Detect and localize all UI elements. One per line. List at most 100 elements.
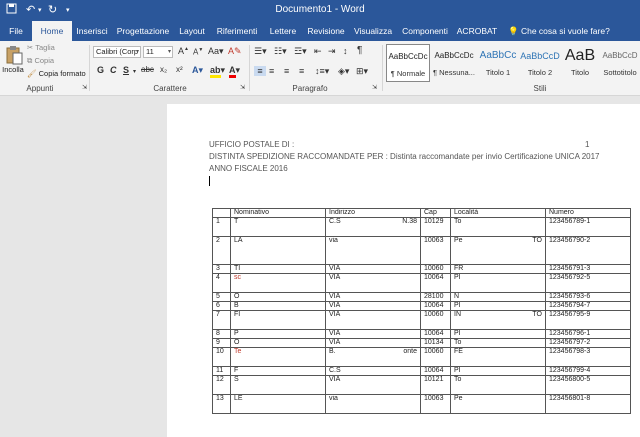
cap-cell[interactable]: 10064 xyxy=(420,366,451,376)
tab-progettazione[interactable]: Progettazione xyxy=(114,21,172,41)
copy-button[interactable]: ⧉ Copia xyxy=(27,56,54,66)
indirizzo-cell[interactable]: C.S xyxy=(325,366,421,376)
nominativo-cell[interactable]: B xyxy=(230,301,326,311)
subscript-button[interactable]: x₂ xyxy=(160,65,167,74)
numbering-icon[interactable]: ☷▾ xyxy=(274,46,287,57)
numero-cell[interactable]: 123456800-5 xyxy=(545,375,631,395)
font-launcher-icon[interactable]: ⇲ xyxy=(240,84,245,91)
row-number-cell[interactable]: 8 xyxy=(212,329,231,339)
cap-cell[interactable]: 10129 xyxy=(420,217,451,237)
cap-cell[interactable]: 10064 xyxy=(420,301,451,311)
localita-cell[interactable]: N xyxy=(450,292,546,302)
indirizzo-cell[interactable]: via xyxy=(325,236,421,265)
font-color-icon[interactable]: A▾ xyxy=(229,65,240,78)
row-number-cell[interactable]: 3 xyxy=(212,264,231,274)
multilevel-list-icon[interactable]: ☲▾ xyxy=(294,46,307,57)
strikethrough-button[interactable]: abc xyxy=(141,65,154,74)
localita-cell[interactable]: PI xyxy=(450,301,546,311)
decrease-indent-icon[interactable]: ⇤ xyxy=(314,46,322,57)
nominativo-cell[interactable]: P xyxy=(230,329,326,339)
indirizzo-cell[interactable]: VIA xyxy=(325,375,421,395)
nominativo-cell[interactable]: FI xyxy=(230,310,326,330)
clipboard-launcher-icon[interactable]: ⇲ xyxy=(82,84,87,91)
localita-cell[interactable]: To xyxy=(450,375,546,395)
style-normale[interactable]: AaBbCcDc ¶ Normale xyxy=(386,44,430,82)
nominativo-cell[interactable]: sc xyxy=(230,273,326,293)
tab-inserisci[interactable]: Inserisci xyxy=(76,21,108,41)
localita-cell[interactable]: FE xyxy=(450,347,546,367)
tab-file[interactable]: File xyxy=(4,21,28,41)
numero-cell[interactable]: 123456797-2 xyxy=(545,338,631,348)
document-page[interactable]: UFFICIO POSTALE DI : 1 DISTINTA SPEDIZIO… xyxy=(167,104,640,437)
cap-cell[interactable]: 10063 xyxy=(420,236,451,265)
tab-acrobat[interactable]: ACROBAT xyxy=(456,21,498,41)
numero-cell[interactable]: 123456792-5 xyxy=(545,273,631,293)
localita-cell[interactable]: Pe TO xyxy=(450,236,546,265)
nominativo-cell[interactable]: F xyxy=(230,366,326,376)
row-number-cell[interactable]: 2 xyxy=(212,236,231,265)
cap-cell[interactable]: 10134 xyxy=(420,338,451,348)
shrink-font-icon[interactable]: A▼ xyxy=(193,47,203,57)
underline-button[interactable]: S xyxy=(123,65,129,75)
indirizzo-cell[interactable]: C.S N.38 xyxy=(325,217,421,237)
row-number-cell[interactable]: 5 xyxy=(212,292,231,302)
paragraph-launcher-icon[interactable]: ⇲ xyxy=(372,84,377,91)
row-number-cell[interactable]: 7 xyxy=(212,310,231,330)
indirizzo-cell[interactable]: VIA xyxy=(325,273,421,293)
font-size-combo[interactable]: 11 ▾ xyxy=(143,46,173,58)
cap-cell[interactable]: 10064 xyxy=(420,273,451,293)
style-titolo-2[interactable]: AaBbCcD Titolo 2 xyxy=(520,44,560,82)
nominativo-cell[interactable]: T xyxy=(230,217,326,237)
row-number-cell[interactable]: 9 xyxy=(212,338,231,348)
numero-cell[interactable]: 123456799-4 xyxy=(545,366,631,376)
indirizzo-cell[interactable]: via xyxy=(325,394,421,414)
chevron-down-icon[interactable]: ▾ xyxy=(133,68,136,75)
row-number-cell[interactable]: 11 xyxy=(212,366,231,376)
localita-cell[interactable]: To xyxy=(450,338,546,348)
paste-icon[interactable] xyxy=(4,45,24,67)
cap-cell[interactable]: 10063 xyxy=(420,394,451,414)
numero-cell[interactable]: 123456795-9 xyxy=(545,310,631,330)
borders-icon[interactable]: ⊞▾ xyxy=(356,66,368,77)
justify-icon[interactable]: ≡ xyxy=(299,66,304,76)
row-number-cell[interactable]: 4 xyxy=(212,273,231,293)
indirizzo-cell[interactable]: VIA xyxy=(325,310,421,330)
increase-indent-icon[interactable]: ⇥ xyxy=(328,46,336,57)
indirizzo-cell[interactable]: B. onte xyxy=(325,347,421,367)
cap-cell[interactable]: 10064 xyxy=(420,329,451,339)
indirizzo-cell[interactable]: VIA xyxy=(325,338,421,348)
row-number-cell[interactable]: 10 xyxy=(212,347,231,367)
localita-cell[interactable]: PI xyxy=(450,366,546,376)
indirizzo-cell[interactable]: VIA xyxy=(325,292,421,302)
nominativo-cell[interactable]: O xyxy=(230,338,326,348)
align-center-icon[interactable]: ≡ xyxy=(269,66,274,76)
style-titolo[interactable]: AaB Titolo xyxy=(562,44,598,82)
numero-cell[interactable]: 123456801-8 xyxy=(545,394,631,414)
paste-button[interactable]: Incolla xyxy=(0,65,26,74)
clear-formatting-icon[interactable]: A✎ xyxy=(228,46,242,57)
row-number-cell[interactable]: 13 xyxy=(212,394,231,414)
cut-button[interactable]: ✂ Taglia xyxy=(27,43,55,52)
numero-cell[interactable]: 123456794-7 xyxy=(545,301,631,311)
numero-cell[interactable]: 123456796-1 xyxy=(545,329,631,339)
tab-componenti[interactable]: Componenti xyxy=(400,21,450,41)
tab-lettere[interactable]: Lettere xyxy=(266,21,300,41)
nominativo-cell[interactable]: TI xyxy=(230,264,326,274)
nominativo-cell[interactable]: LA xyxy=(230,236,326,265)
format-painter-button[interactable]: 🖌 Copia formato xyxy=(27,69,86,78)
numero-cell[interactable]: 123456790-2 xyxy=(545,236,631,265)
tab-riferimenti[interactable]: Riferimenti xyxy=(214,21,260,41)
nominativo-cell[interactable]: S xyxy=(230,375,326,395)
highlight-icon[interactable]: ab▾ xyxy=(210,65,225,78)
tell-me-box[interactable]: 💡 Che cosa si vuole fare? xyxy=(508,21,610,41)
localita-cell[interactable]: To xyxy=(450,217,546,237)
localita-cell[interactable]: PI xyxy=(450,273,546,293)
line-spacing-icon[interactable]: ↕≡▾ xyxy=(315,66,329,77)
numero-cell[interactable]: 123456798-3 xyxy=(545,347,631,367)
localita-cell[interactable]: IN TO xyxy=(450,310,546,330)
cap-cell[interactable]: 10060 xyxy=(420,347,451,367)
style-sottotitolo[interactable]: AaBbCcD Sottotitolo xyxy=(600,44,640,82)
tab-revisione[interactable]: Revisione xyxy=(306,21,346,41)
font-name-combo[interactable]: Calibri (Corp ▾ xyxy=(93,46,141,58)
style-nessuna-spaziatura[interactable]: AaBbCcDc ¶ Nessuna... xyxy=(432,44,476,82)
